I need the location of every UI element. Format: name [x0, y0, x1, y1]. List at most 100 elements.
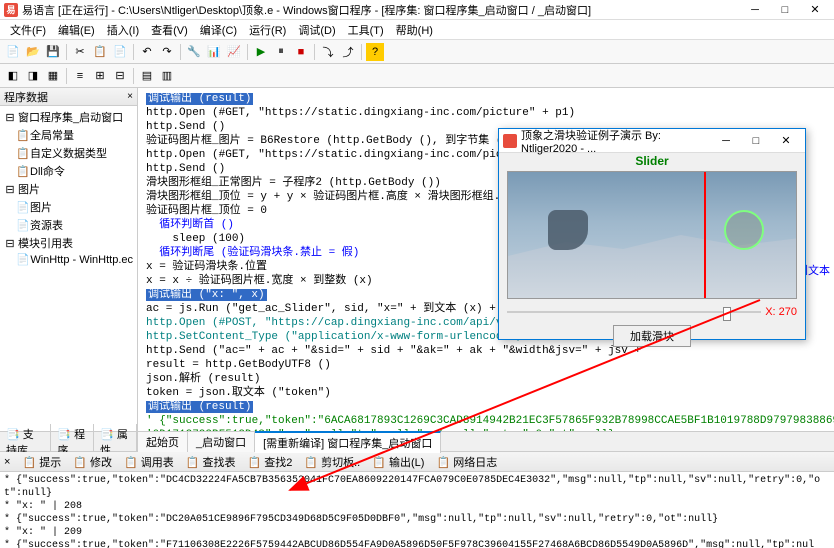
menu-item[interactable]: 帮助(H): [390, 20, 439, 40]
editor-tab[interactable]: _启动窗口: [188, 432, 255, 452]
tool-icon[interactable]: ≡: [71, 67, 89, 85]
coord-text: X: 270: [765, 306, 797, 318]
toolbar-1: 📄 📂 💾 ✂ 📋 📄 ↶ ↷ 🔧 📊 📈 ▶ ⏸ ■ ⤵ ⤴ ?: [0, 40, 834, 64]
editor-tab[interactable]: [需重新编译] 窗口程序集_启动窗口: [255, 431, 441, 453]
help-icon[interactable]: ?: [366, 43, 384, 61]
load-slider-button[interactable]: 加载滑块: [613, 325, 691, 347]
code-line: '0D1712733BF513D48","msg":null,"tp":null…: [146, 428, 834, 431]
menu-item[interactable]: 查看(V): [145, 20, 194, 40]
output-toolbar-button[interactable]: 📋 查找表: [182, 453, 240, 471]
menu-item[interactable]: 工具(T): [342, 20, 390, 40]
tree-item[interactable]: 📋Dll命令: [2, 162, 135, 180]
target-circle: [724, 210, 764, 250]
slider-minimize-button[interactable]: ─: [711, 132, 741, 150]
output-panel: × 📋 提示📋 修改📋 调用表📋 查找表📋 查找2📋 剪切板..📋 输出(L)📋…: [0, 451, 834, 548]
paste-icon[interactable]: 📄: [111, 43, 129, 61]
menu-item[interactable]: 编译(C): [194, 20, 243, 40]
output-line: * "x: " | 208: [4, 500, 830, 513]
undo-icon[interactable]: ↶: [138, 43, 156, 61]
step-icon[interactable]: ⤴: [339, 43, 357, 61]
open-icon[interactable]: 📂: [24, 43, 42, 61]
code-highlight: 调试输出 (result): [146, 93, 253, 105]
menu-bar: 文件(F)编辑(E)插入(I)查看(V)编译(C)运行(R)调试(D)工具(T)…: [0, 20, 834, 40]
tool-icon[interactable]: 📊: [205, 43, 223, 61]
left-tabs: 📑 支持库📑 程序📑 属性: [0, 431, 137, 451]
copy-icon[interactable]: 📋: [91, 43, 109, 61]
output-text[interactable]: * {"success":true,"token":"DC4CD32224FA5…: [0, 472, 834, 548]
tree-item[interactable]: ⊟图片: [2, 180, 135, 198]
output-line: * {"success":true,"token":"DC20A051CE989…: [4, 513, 830, 526]
vertical-marker-line: [704, 172, 706, 298]
tool-icon[interactable]: ◧: [4, 67, 22, 85]
tree-item[interactable]: ⊟模块引用表: [2, 234, 135, 252]
output-toolbar-button[interactable]: 📋 网络日志: [432, 453, 501, 471]
tree-label: Dll命令: [30, 163, 65, 179]
pause-icon[interactable]: ⏸: [272, 43, 290, 61]
tree-label: 图片: [30, 199, 52, 215]
stop-icon[interactable]: ■: [292, 43, 310, 61]
output-toolbar-button[interactable]: 📋 剪切板..: [300, 453, 364, 471]
menu-item[interactable]: 文件(F): [4, 20, 52, 40]
tree-label: 模块引用表: [18, 235, 73, 251]
tool-icon[interactable]: ▥: [158, 67, 176, 85]
maximize-button[interactable]: □: [770, 1, 800, 19]
cut-icon[interactable]: ✂: [71, 43, 89, 61]
tree-item[interactable]: 📄WinHttp - WinHttp.ec: [2, 252, 135, 267]
project-tree[interactable]: ⊟窗口程序集_启动窗口📋全局常量📋自定义数据类型📋Dll命令⊟图片📄图片📄资源表…: [0, 106, 137, 431]
tree-icon: 📄: [16, 253, 28, 266]
tool-icon[interactable]: 📈: [225, 43, 243, 61]
window-title: 易语言 [正在运行] - C:\Users\Ntliger\Desktop\顶象…: [22, 2, 740, 18]
menu-item[interactable]: 调试(D): [292, 20, 341, 40]
close-button[interactable]: ✕: [800, 1, 830, 19]
step-icon[interactable]: ⤵: [319, 43, 337, 61]
tree-icon: 📋: [16, 147, 28, 160]
code-line: json.解析 (result): [146, 372, 834, 386]
run-icon[interactable]: ▶: [252, 43, 270, 61]
tool-icon[interactable]: ▤: [138, 67, 156, 85]
save-icon[interactable]: 💾: [44, 43, 62, 61]
tree-item[interactable]: ⊟窗口程序集_启动窗口: [2, 108, 135, 126]
tree-item[interactable]: 📋全局常量: [2, 126, 135, 144]
output-toolbar-button[interactable]: 📋 修改: [69, 453, 116, 471]
output-toolbar-button[interactable]: 📋 调用表: [120, 453, 178, 471]
slider-maximize-button[interactable]: □: [741, 132, 771, 150]
code-line: token = json.取文本 ("token"): [146, 386, 834, 400]
tree-label: 图片: [18, 181, 40, 197]
tool-icon[interactable]: ⊞: [91, 67, 109, 85]
tree-icon: ⊟: [4, 183, 16, 196]
tool-icon[interactable]: 🔧: [185, 43, 203, 61]
tree-item[interactable]: 📋自定义数据类型: [2, 144, 135, 162]
slider-title-bar[interactable]: 顶象之滑块验证例子演示 By: Ntliger2020 - ... ─ □ ✕: [499, 129, 805, 153]
output-close-icon[interactable]: ×: [4, 456, 10, 468]
captcha-image: [507, 171, 797, 299]
menu-item[interactable]: 编辑(E): [52, 20, 101, 40]
editor-tabs: 起始页_启动窗口[需重新编译] 窗口程序集_启动窗口: [138, 431, 834, 451]
tree-label: 资源表: [30, 217, 63, 233]
editor-tab[interactable]: 起始页: [138, 432, 188, 452]
slider-track: X: 270: [507, 305, 797, 319]
menu-item[interactable]: 插入(I): [101, 20, 145, 40]
left-panel: 程序数据 × ⊟窗口程序集_启动窗口📋全局常量📋自定义数据类型📋Dll命令⊟图片…: [0, 88, 138, 451]
minimize-button[interactable]: ─: [740, 1, 770, 19]
output-toolbar-button[interactable]: 📋 查找2: [244, 453, 297, 471]
output-toolbar-button[interactable]: 📋 输出(L): [368, 453, 428, 471]
tool-icon[interactable]: ⊟: [111, 67, 129, 85]
redo-icon[interactable]: ↷: [158, 43, 176, 61]
tree-item[interactable]: 📄资源表: [2, 216, 135, 234]
output-line: * {"success":true,"token":"DC4CD32224FA5…: [4, 474, 830, 500]
slider-label: Slider: [499, 153, 805, 169]
new-icon[interactable]: 📄: [4, 43, 22, 61]
tree-label: 自定义数据类型: [30, 145, 107, 161]
panel-close-icon[interactable]: ×: [127, 91, 133, 102]
toolbar-2: ◧ ◨ ▦ ≡ ⊞ ⊟ ▤ ▥: [0, 64, 834, 88]
tool-icon[interactable]: ▦: [44, 67, 62, 85]
tree-label: 全局常量: [30, 127, 74, 143]
slider-handle[interactable]: [723, 307, 731, 321]
slider-close-button[interactable]: ✕: [771, 132, 801, 150]
tree-item[interactable]: 📄图片: [2, 198, 135, 216]
tree-icon: 📋: [16, 165, 28, 178]
output-toolbar-button[interactable]: 📋 提示: [18, 453, 65, 471]
menu-item[interactable]: 运行(R): [243, 20, 292, 40]
tool-icon[interactable]: ◨: [24, 67, 42, 85]
tree-icon: 📄: [16, 201, 28, 214]
